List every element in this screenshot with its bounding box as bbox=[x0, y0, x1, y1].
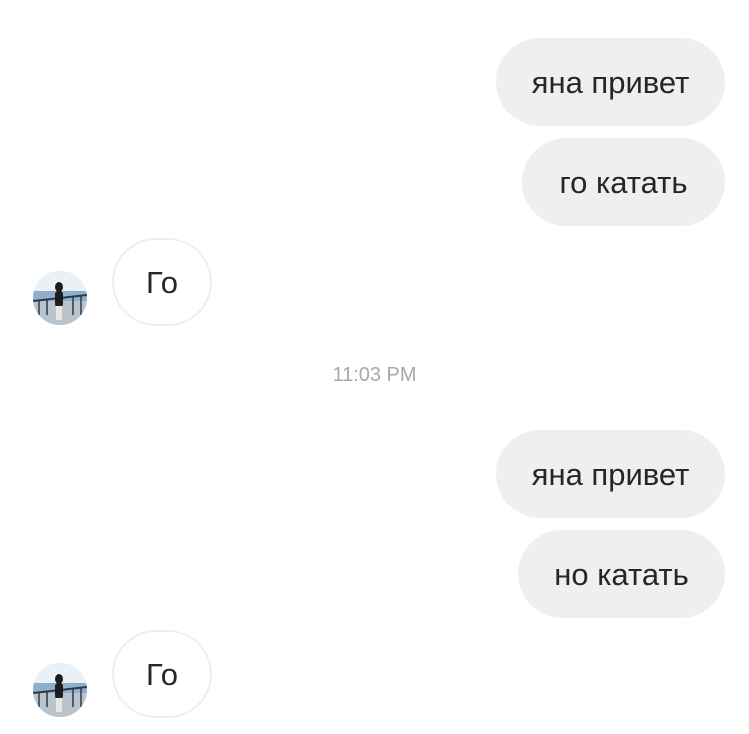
message-text: Го bbox=[146, 264, 178, 300]
message-text: но катать bbox=[554, 556, 689, 592]
message-row-incoming: Го bbox=[0, 238, 749, 326]
contact-avatar-photo-icon bbox=[33, 663, 87, 717]
incoming-message-bubble[interactable]: Го bbox=[112, 238, 212, 326]
message-text: яна привет bbox=[531, 64, 690, 100]
contact-avatar[interactable] bbox=[33, 663, 87, 717]
message-row-outgoing: яна привет bbox=[0, 430, 749, 518]
contact-avatar-photo-icon bbox=[33, 271, 87, 325]
contact-avatar[interactable] bbox=[33, 271, 87, 325]
outgoing-message-bubble[interactable]: яна привет bbox=[496, 430, 725, 518]
message-text: го катать bbox=[559, 164, 688, 200]
message-row-outgoing: яна привет bbox=[0, 38, 749, 126]
message-text: Го bbox=[146, 656, 178, 692]
outgoing-message-bubble[interactable]: го катать bbox=[522, 138, 725, 226]
outgoing-message-bubble[interactable]: яна привет bbox=[496, 38, 725, 126]
incoming-message-bubble[interactable]: Го bbox=[112, 630, 212, 718]
message-row-outgoing: го катать bbox=[0, 138, 749, 226]
outgoing-message-bubble[interactable]: но катать bbox=[518, 530, 725, 618]
message-row-incoming: Го bbox=[0, 630, 749, 718]
message-row-outgoing: но катать bbox=[0, 530, 749, 618]
message-timestamp: 11:03 PM bbox=[332, 364, 417, 386]
message-text: яна привет bbox=[531, 456, 690, 492]
